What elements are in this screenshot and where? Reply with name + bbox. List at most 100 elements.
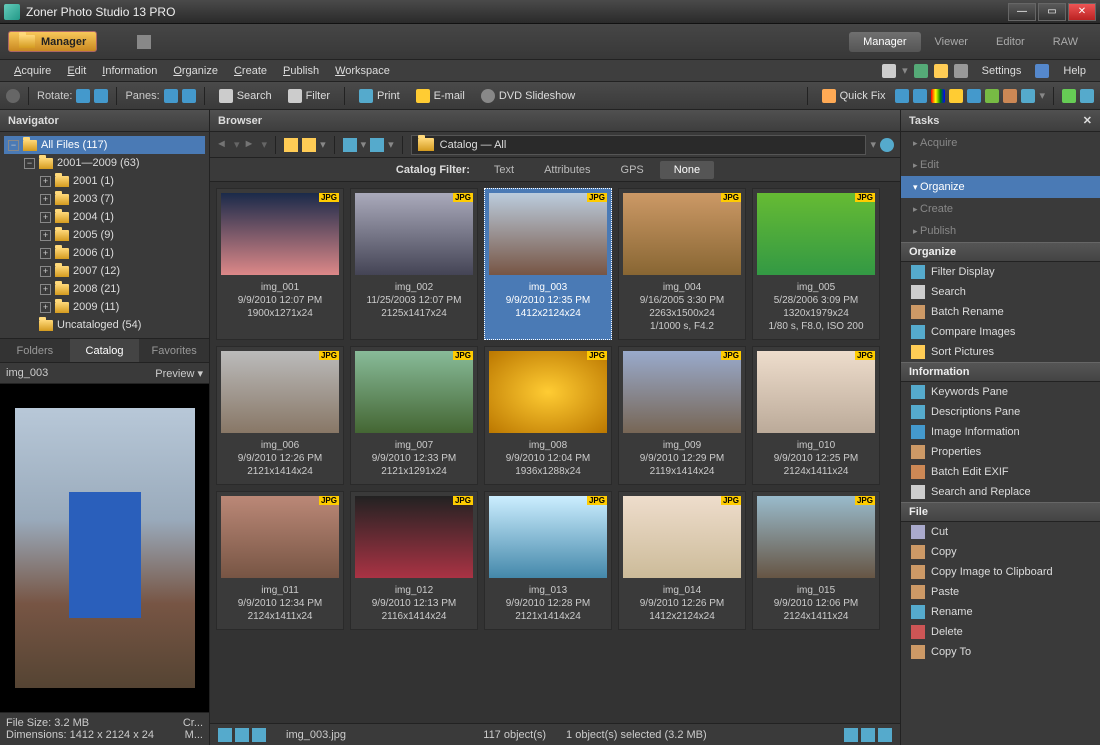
- menu-create[interactable]: Create: [226, 63, 275, 79]
- thumbnail[interactable]: JPGimg_0139/9/2010 12:28 PM2121x1414x24: [484, 491, 612, 630]
- bell-icon[interactable]: [934, 64, 948, 78]
- menu-workspace[interactable]: Workspace: [327, 63, 398, 79]
- thumbnail[interactable]: JPGimg_0159/9/2010 12:06 PM2124x1411x24: [752, 491, 880, 630]
- filter-gps[interactable]: GPS: [607, 161, 658, 179]
- collapse-icon[interactable]: −: [8, 140, 19, 151]
- mode-tab-raw[interactable]: RAW: [1039, 32, 1092, 52]
- task-item[interactable]: Copy Image to Clipboard: [901, 562, 1100, 582]
- task-item[interactable]: Rename: [901, 602, 1100, 622]
- bulb-icon[interactable]: [949, 89, 963, 103]
- task-item[interactable]: Sort Pictures: [901, 342, 1100, 362]
- manager-mode-button[interactable]: Manager: [8, 31, 97, 52]
- email-button[interactable]: E-mail: [410, 86, 471, 106]
- task-item[interactable]: Filter Display: [901, 262, 1100, 282]
- add-icon[interactable]: [1062, 89, 1076, 103]
- expand-icon[interactable]: +: [40, 230, 51, 241]
- nav-tab-favorites[interactable]: Favorites: [139, 339, 209, 362]
- thumbnail[interactable]: JPGimg_0019/9/2010 12:07 PM1900x1271x24: [216, 188, 344, 340]
- task-cat-publish[interactable]: Publish: [901, 220, 1100, 242]
- thumbnail[interactable]: JPGimg_0055/28/2006 3:09 PM1320x1979x241…: [752, 188, 880, 340]
- panes-preview-icon[interactable]: [182, 89, 196, 103]
- minimize-button[interactable]: —: [1008, 3, 1036, 21]
- task-item[interactable]: Search: [901, 282, 1100, 302]
- expand-icon[interactable]: +: [40, 266, 51, 277]
- preview-mode-dropdown[interactable]: Preview ▾: [155, 367, 203, 380]
- close-button[interactable]: ✕: [1068, 3, 1096, 21]
- location-dropdown-icon[interactable]: ▾: [870, 138, 876, 151]
- gear-icon[interactable]: [954, 64, 968, 78]
- thumbnail[interactable]: JPGimg_0129/9/2010 12:13 PM2116x1414x24: [350, 491, 478, 630]
- sort-icon[interactable]: [343, 138, 357, 152]
- tree-group[interactable]: − 2001—2009 (63): [4, 154, 205, 172]
- task-cat-create[interactable]: Create: [901, 198, 1100, 220]
- help-menu[interactable]: Help: [1055, 63, 1094, 79]
- expand-icon[interactable]: +: [40, 284, 51, 295]
- expand-icon[interactable]: +: [40, 302, 51, 313]
- camera-icon[interactable]: [6, 89, 20, 103]
- print2-icon[interactable]: [1021, 89, 1035, 103]
- reload-icon[interactable]: [880, 138, 894, 152]
- expand-icon[interactable]: +: [40, 248, 51, 259]
- thumbnail[interactable]: JPGimg_0069/9/2010 12:26 PM2121x1414x24: [216, 346, 344, 485]
- location-bar[interactable]: Catalog — All: [411, 135, 867, 155]
- nav-tab-folders[interactable]: Folders: [0, 339, 70, 362]
- print-button[interactable]: Print: [353, 86, 406, 106]
- search-button[interactable]: Search: [213, 86, 278, 106]
- quickfix-button[interactable]: Quick Fix: [816, 86, 892, 106]
- back-icon[interactable]: ◄: [216, 138, 230, 152]
- rotate-right-icon[interactable]: [94, 89, 108, 103]
- thumbnail[interactable]: JPGimg_0099/9/2010 12:29 PM2119x1414x24: [618, 346, 746, 485]
- task-cat-organize[interactable]: Organize: [901, 176, 1100, 198]
- thumbnail[interactable]: JPGimg_0039/9/2010 12:35 PM1412x2124x24: [484, 188, 612, 340]
- k-icon[interactable]: [252, 728, 266, 742]
- thumbnail[interactable]: JPGimg_0119/9/2010 12:34 PM2124x1411x24: [216, 491, 344, 630]
- menu-acquire[interactable]: Acquire: [6, 63, 59, 79]
- view-icon[interactable]: [370, 138, 384, 152]
- levels-icon[interactable]: [895, 89, 909, 103]
- curves-icon[interactable]: [913, 89, 927, 103]
- thumbnail[interactable]: JPGimg_0079/9/2010 12:33 PM2121x1291x24: [350, 346, 478, 485]
- menu-information[interactable]: Information: [94, 63, 165, 79]
- task-item[interactable]: Cut: [901, 522, 1100, 542]
- k-icon[interactable]: [878, 728, 892, 742]
- tree-uncataloged[interactable]: Uncataloged (54): [4, 316, 205, 334]
- settings-menu[interactable]: Settings: [974, 63, 1030, 79]
- tree-year[interactable]: +2006 (1): [4, 244, 205, 262]
- crop-icon[interactable]: [1003, 89, 1017, 103]
- edit-icon[interactable]: [137, 35, 151, 49]
- help-icon[interactable]: [1035, 64, 1049, 78]
- thumbnail[interactable]: JPGimg_0149/9/2010 12:26 PM1412x2124x24: [618, 491, 746, 630]
- close-panel-icon[interactable]: ✕: [1083, 114, 1092, 127]
- mode-tab-viewer[interactable]: Viewer: [921, 32, 982, 52]
- forward-icon[interactable]: ►: [244, 138, 258, 152]
- task-cat-acquire[interactable]: Acquire: [901, 132, 1100, 154]
- task-item[interactable]: Copy: [901, 542, 1100, 562]
- task-item[interactable]: Properties: [901, 442, 1100, 462]
- task-item[interactable]: Paste: [901, 582, 1100, 602]
- menu-organize[interactable]: Organize: [165, 63, 226, 79]
- info-icon[interactable]: [844, 728, 858, 742]
- nav-tab-catalog[interactable]: Catalog: [70, 339, 140, 362]
- thumbnail[interactable]: JPGimg_00211/25/2003 12:07 PM2125x1417x2…: [350, 188, 478, 340]
- filter-attributes[interactable]: Attributes: [530, 161, 604, 179]
- mail-dropdown-icon[interactable]: [882, 64, 896, 78]
- tag-icon[interactable]: [235, 728, 249, 742]
- panes-nav-icon[interactable]: [164, 89, 178, 103]
- mode-tab-manager[interactable]: Manager: [849, 32, 920, 52]
- filter-none[interactable]: None: [660, 161, 714, 179]
- expand-icon[interactable]: +: [40, 194, 51, 205]
- thumbnail[interactable]: JPGimg_0089/9/2010 12:04 PM1936x1288x24: [484, 346, 612, 485]
- rainbow-icon[interactable]: [931, 89, 945, 103]
- task-item[interactable]: Copy To: [901, 642, 1100, 662]
- menu-edit[interactable]: Edit: [59, 63, 94, 79]
- dvd-button[interactable]: DVD Slideshow: [475, 86, 581, 106]
- tree-year[interactable]: +2001 (1): [4, 172, 205, 190]
- thumbnail[interactable]: JPGimg_0049/16/2005 3:30 PM2263x1500x241…: [618, 188, 746, 340]
- mode-tab-editor[interactable]: Editor: [982, 32, 1039, 52]
- task-item[interactable]: Compare Images: [901, 322, 1100, 342]
- filter-text[interactable]: Text: [480, 161, 528, 179]
- rotate-left-icon[interactable]: [76, 89, 90, 103]
- task-item[interactable]: Batch Edit EXIF: [901, 462, 1100, 482]
- expand-icon[interactable]: +: [40, 176, 51, 187]
- task-item[interactable]: Batch Rename: [901, 302, 1100, 322]
